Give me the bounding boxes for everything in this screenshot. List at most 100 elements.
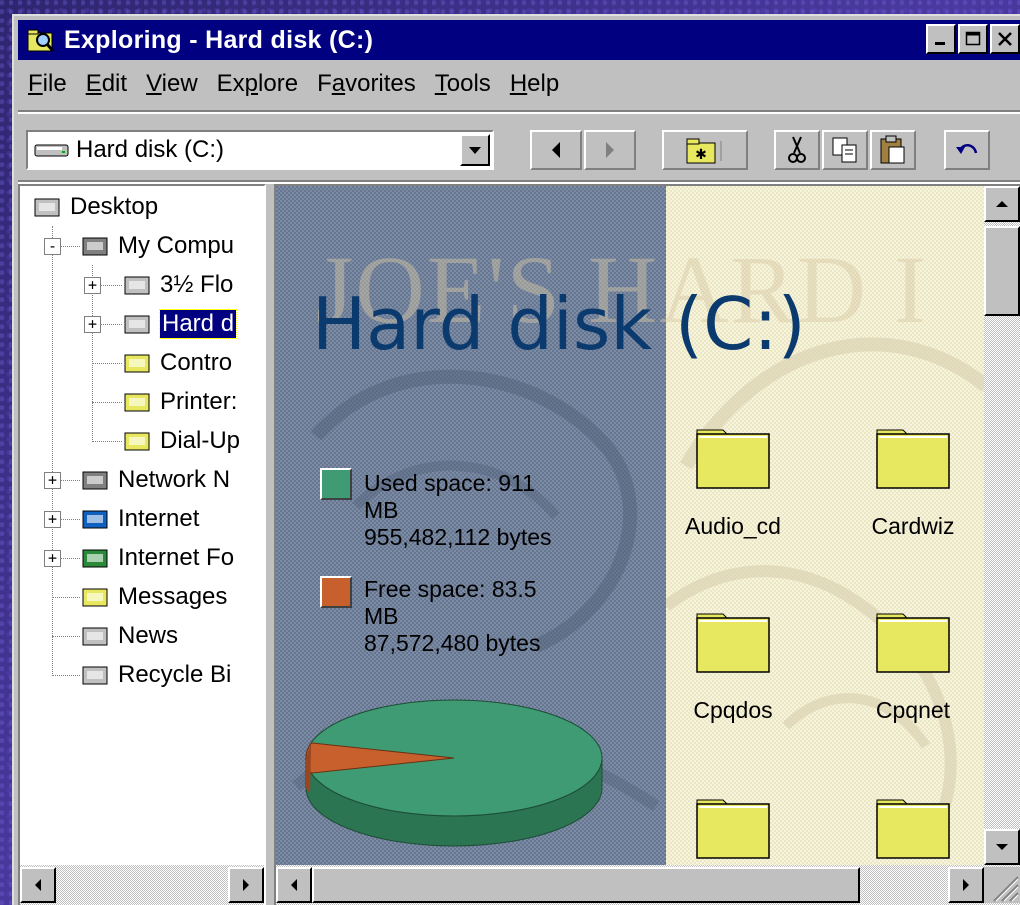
- folder-item[interactable]: [828, 792, 998, 867]
- tree-horizontal-scrollbar[interactable]: [20, 865, 264, 905]
- svg-text:✱: ✱: [695, 147, 707, 163]
- tree-scroll-left-button[interactable]: [20, 867, 56, 903]
- copy-button[interactable]: [822, 130, 868, 170]
- view-horizontal-scrollbar[interactable]: [276, 865, 1020, 905]
- scroll-right-icon: [963, 879, 969, 891]
- hard-drive-icon: [124, 315, 150, 334]
- menu-file[interactable]: File: [18, 70, 76, 98]
- tree-item[interactable]: Recycle Bi: [80, 656, 231, 694]
- folder-item[interactable]: [648, 792, 818, 867]
- tree-item-label: Recycle Bi: [118, 661, 232, 688]
- free-space-swatch: [320, 576, 352, 608]
- size-grip-icon: [993, 876, 1019, 902]
- folder-tree[interactable]: Desktop - My Compu +3½ Flo + Hard d Contro Prin…: [18, 184, 266, 905]
- tree-item[interactable]: Internet Fo: [80, 539, 234, 577]
- address-value: Hard disk (C:): [76, 136, 225, 163]
- menu-favorites[interactable]: Favorites: [307, 70, 425, 98]
- used-space-unit: MB: [364, 497, 399, 523]
- scroll-up-button[interactable]: [984, 186, 1020, 222]
- title-bar[interactable]: Exploring - Hard disk (C:): [18, 20, 1020, 60]
- tree-item[interactable]: Hard d: [122, 305, 238, 343]
- tree-item-label: My Compu: [118, 232, 235, 259]
- scroll-up-icon: [996, 201, 1008, 207]
- scroll-left-icon: [35, 879, 41, 891]
- close-button[interactable]: [990, 24, 1020, 54]
- tree-item-label: Internet Fo: [118, 544, 235, 571]
- menu-help[interactable]: Help: [500, 70, 568, 98]
- tree-item-label: News: [118, 622, 179, 649]
- close-icon: [998, 32, 1012, 46]
- tree-connector-line: [52, 636, 80, 637]
- tree-expander[interactable]: +: [44, 550, 61, 567]
- tree-item[interactable]: Dial-Up: [122, 422, 240, 460]
- toolbar: Hard disk (C:) ✱: [18, 120, 1020, 180]
- address-dropdown-button[interactable]: [460, 134, 490, 166]
- floppy-drive-icon: [124, 276, 150, 295]
- cut-button[interactable]: [774, 130, 820, 170]
- folder-icon: [696, 429, 770, 489]
- vertical-scroll-thumb[interactable]: [984, 226, 1020, 316]
- up-folder-button[interactable]: ✱: [662, 130, 748, 170]
- tree-item[interactable]: News: [80, 617, 178, 655]
- scroll-right-icon: [243, 879, 249, 891]
- tree-item[interactable]: 3½ Flo: [122, 266, 233, 304]
- pane-splitter[interactable]: [266, 184, 274, 905]
- view-vertical-scrollbar[interactable]: [984, 186, 1020, 865]
- tree-item[interactable]: Contro: [122, 344, 232, 382]
- folder-icon: [696, 799, 770, 859]
- folder-icon: [876, 799, 950, 859]
- menu-view[interactable]: View: [136, 70, 207, 98]
- size-grip[interactable]: [984, 867, 1020, 903]
- tree-item-label: Desktop: [70, 193, 159, 220]
- menu-edit[interactable]: Edit: [76, 70, 136, 98]
- tree-item[interactable]: Printer:: [122, 383, 237, 421]
- paste-button[interactable]: [870, 130, 916, 170]
- folder-view[interactable]: JOE'S HARD I Hard disk (C:) Used space: …: [274, 184, 1020, 905]
- tree-item-label: Contro: [160, 349, 233, 376]
- folder-item[interactable]: Cpqdos: [648, 606, 818, 724]
- tree-expander[interactable]: -: [44, 238, 61, 255]
- tree-item[interactable]: Network N: [80, 461, 230, 499]
- folder-label: Audio_cd: [685, 513, 781, 539]
- tree-expander[interactable]: +: [84, 277, 101, 294]
- tree-item[interactable]: Desktop: [32, 188, 158, 226]
- tree-item-label: Internet: [118, 505, 200, 532]
- folder-label: Cpqnet: [875, 697, 951, 723]
- forward-button[interactable]: [584, 130, 636, 170]
- scroll-left-icon: [291, 879, 297, 891]
- tree-expander[interactable]: +: [44, 472, 61, 489]
- internet-icon: [82, 510, 108, 529]
- menu-explore[interactable]: Explore: [207, 70, 307, 98]
- view-scroll-left-button[interactable]: [276, 867, 312, 903]
- menu-bar: File Edit View Explore Favorites Tools Help: [18, 64, 1020, 104]
- folder-item[interactable]: Cpqnet: [828, 606, 998, 724]
- tree-item[interactable]: Internet: [80, 500, 199, 538]
- tree-item-label: 3½ Flo: [160, 271, 234, 298]
- tree-item-label: Dial-Up: [160, 427, 241, 454]
- maximize-icon: [965, 31, 981, 46]
- disk-usage-pie-chart: [305, 699, 603, 847]
- back-button[interactable]: [530, 130, 582, 170]
- scroll-down-button[interactable]: [984, 829, 1020, 865]
- folder-item[interactable]: Audio_cd: [648, 422, 818, 540]
- hard-drive-icon: [34, 144, 69, 157]
- up-folder-icon: ✱: [686, 138, 722, 164]
- menu-tools[interactable]: Tools: [425, 70, 500, 98]
- chevron-down-icon: [469, 147, 481, 154]
- tree-expander[interactable]: +: [84, 316, 101, 333]
- folder-item[interactable]: Cardwiz: [828, 422, 998, 540]
- free-space-label: Free space: 83.5: [364, 576, 537, 602]
- window-controls: [926, 24, 1020, 54]
- horizontal-scroll-thumb[interactable]: [312, 867, 860, 903]
- minimize-button[interactable]: [926, 24, 956, 54]
- tree-scroll-right-button[interactable]: [228, 867, 264, 903]
- address-combobox[interactable]: Hard disk (C:): [26, 130, 494, 170]
- tree-connector-line: [52, 226, 53, 674]
- tree-item[interactable]: Messages: [80, 578, 227, 616]
- tree-expander[interactable]: +: [44, 511, 61, 528]
- free-space-unit: MB: [364, 603, 399, 629]
- tree-item[interactable]: My Compu: [80, 227, 234, 265]
- undo-button[interactable]: [944, 130, 990, 170]
- view-scroll-right-button[interactable]: [948, 867, 984, 903]
- maximize-button[interactable]: [958, 24, 988, 54]
